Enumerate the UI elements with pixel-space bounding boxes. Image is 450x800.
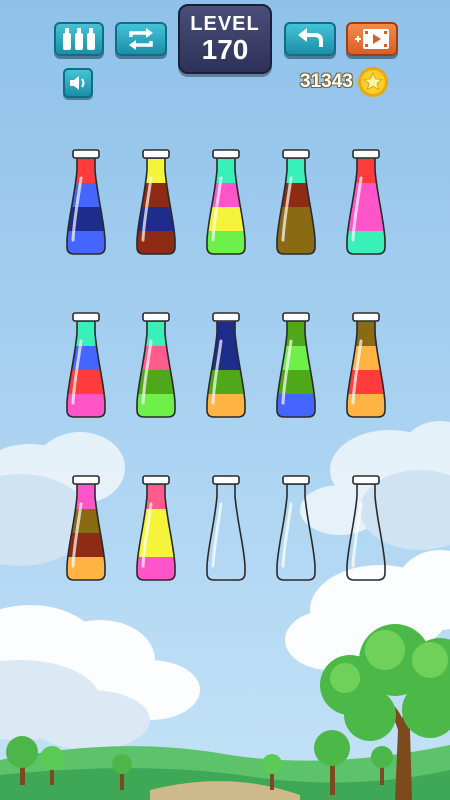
bottle-liquid xyxy=(67,485,105,580)
bottle[interactable] xyxy=(344,312,388,419)
bottle[interactable] xyxy=(64,475,108,582)
bottle-lip xyxy=(352,149,380,159)
liquid-layer-mint xyxy=(137,322,175,347)
liquid-layer-yellow xyxy=(137,509,175,534)
liquid-layer-pink xyxy=(347,183,385,208)
liquid-layer-orange xyxy=(347,394,385,417)
bottle-lip xyxy=(142,475,170,485)
liquid-layer-olive xyxy=(347,322,385,347)
bottle[interactable] xyxy=(206,475,246,581)
bottle-liquid xyxy=(137,159,175,254)
liquid-layer-mint xyxy=(207,159,245,184)
bottle[interactable] xyxy=(134,149,178,256)
bottle-lip xyxy=(72,149,100,159)
liquid-layer-red xyxy=(67,159,105,184)
liquid-layer-mint xyxy=(67,322,105,347)
liquid-layer-navy xyxy=(207,346,245,371)
bottle-lip xyxy=(352,312,380,322)
liquid-layer-blue xyxy=(67,183,105,208)
bottle-lip xyxy=(212,312,240,322)
liquid-layer-blue xyxy=(277,394,315,417)
bottle[interactable] xyxy=(204,149,248,256)
bottle-lip xyxy=(212,475,240,485)
bottle-lip xyxy=(142,149,170,159)
bottle[interactable] xyxy=(64,312,108,419)
liquid-layer-pink xyxy=(207,183,245,208)
liquid-layer-blue xyxy=(67,346,105,371)
bottle-lip xyxy=(282,475,310,485)
bottle-liquid xyxy=(67,322,105,417)
liquid-layer-lime xyxy=(277,346,315,371)
bottle[interactable] xyxy=(276,475,316,581)
liquid-layer-orange xyxy=(207,394,245,417)
bottle[interactable] xyxy=(274,312,318,419)
bottle[interactable] xyxy=(204,312,248,419)
bottle[interactable] xyxy=(274,149,318,256)
liquid-layer-maroon xyxy=(137,231,175,254)
bottle-liquid xyxy=(207,159,245,254)
liquid-layer-pink xyxy=(67,485,105,510)
liquid-layer-rose xyxy=(137,485,175,510)
liquid-layer-maroon xyxy=(137,183,175,208)
bottle-liquid xyxy=(137,485,175,580)
bottles-area xyxy=(64,149,388,582)
bottle-liquid xyxy=(347,322,385,417)
liquid-layer-pink xyxy=(137,557,175,580)
bottle-liquid xyxy=(67,159,105,254)
bottle-lip xyxy=(72,475,100,485)
bottle-liquid xyxy=(137,322,175,417)
liquid-layer-mint xyxy=(277,159,315,184)
bottle-liquid xyxy=(207,322,245,417)
liquid-layer-olive xyxy=(67,509,105,534)
liquid-layer-lime xyxy=(137,394,175,417)
bottle[interactable] xyxy=(346,475,386,581)
bottle-lip xyxy=(212,149,240,159)
bottle-liquid xyxy=(277,322,315,417)
liquid-layer-rose xyxy=(137,346,175,371)
bottle-lip xyxy=(282,149,310,159)
liquid-layer-red xyxy=(347,159,385,184)
bottle-lip xyxy=(72,312,100,322)
liquid-layer-pink xyxy=(67,394,105,417)
bottle-lip xyxy=(282,312,310,322)
bottle[interactable] xyxy=(134,312,178,419)
bottle[interactable] xyxy=(64,149,108,256)
liquid-layer-green xyxy=(277,322,315,347)
liquid-layer-navy xyxy=(207,322,245,347)
liquid-layer-olive xyxy=(277,231,315,254)
liquid-layer-blue xyxy=(67,231,105,254)
liquid-layer-lime xyxy=(207,231,245,254)
liquid-layer-orange xyxy=(347,346,385,371)
bottle[interactable] xyxy=(344,149,388,256)
bottle-liquid xyxy=(347,159,385,254)
liquid-layer-maroon xyxy=(277,183,315,208)
bottle[interactable] xyxy=(134,475,178,582)
bottle-lip xyxy=(352,475,380,485)
liquid-layer-orange xyxy=(67,557,105,580)
liquid-layer-yellow xyxy=(137,159,175,184)
liquid-layer-mint xyxy=(347,231,385,254)
bottle-liquid xyxy=(277,159,315,254)
bottle-lip xyxy=(142,312,170,322)
